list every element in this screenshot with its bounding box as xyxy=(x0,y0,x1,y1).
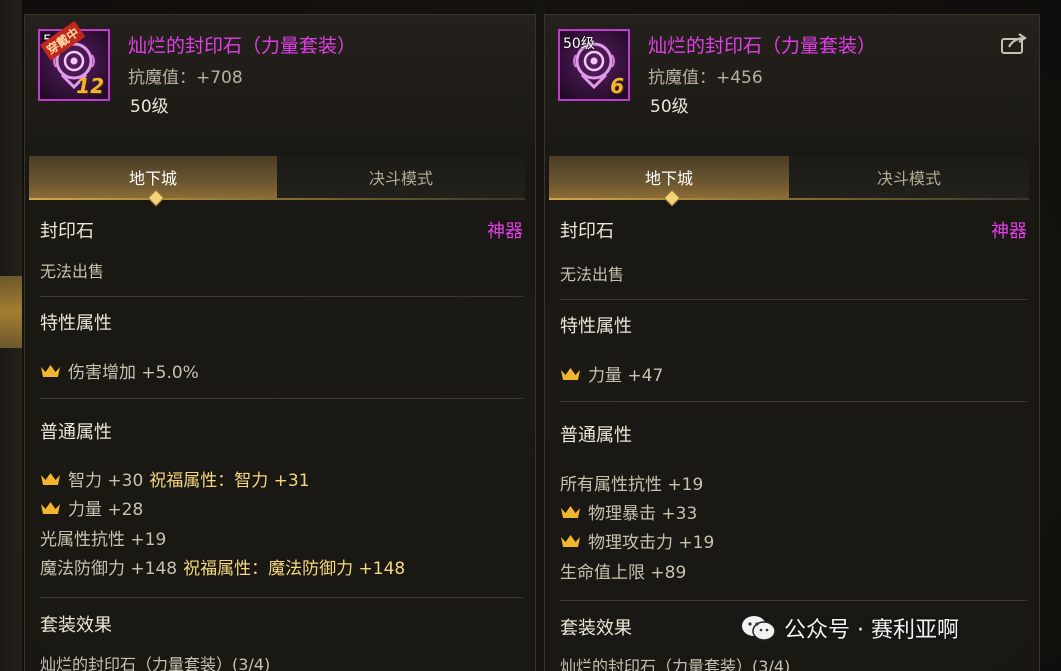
normal-attr-row: 所有属性抗性 +19 xyxy=(560,470,703,495)
trait-section-title: 特性属性 xyxy=(560,316,632,337)
trait-section-title: 特性属性 xyxy=(40,313,112,334)
seal-stone-icon[interactable]: 5 穿戴中 12 xyxy=(38,20,110,101)
normal-attr-row: 生命值上限 +89 xyxy=(560,558,686,583)
item-level: 50级 xyxy=(130,97,169,117)
item-type-row: 封印石 神器 xyxy=(40,217,523,242)
attr-text: 生命值上限 +89 xyxy=(560,563,687,583)
divider xyxy=(40,597,523,598)
trade-status: 无法出售 xyxy=(40,262,105,281)
background-gold-tab xyxy=(0,276,22,348)
attr-text: 物理攻击力 +19 xyxy=(588,533,715,553)
bless-attr-text: 祝福属性：魔法防御力 +148 xyxy=(183,559,406,579)
normal-section-title: 普通属性 xyxy=(40,422,112,443)
upgrade-level: 12 xyxy=(76,74,104,98)
item-name: 灿烂的封印石（力量套装） xyxy=(128,35,357,57)
item-type: 封印石 xyxy=(560,221,614,242)
item-name: 灿烂的封印石（力量套装） xyxy=(648,35,877,57)
attr-text: 魔法防御力 +148 xyxy=(40,559,178,579)
magic-resist-value: 抗魔值：+708 xyxy=(128,68,243,88)
background-edge xyxy=(0,0,22,671)
item-level: 50级 xyxy=(650,97,689,117)
normal-attr-row: 魔法防御力 +148 祝福属性：魔法防御力 +148 xyxy=(40,554,405,579)
tooltip-header: 5 穿戴中 12 灿烂的封印石（力量套装） 抗魔值：+708 50级 xyxy=(25,15,535,139)
tooltip-header: 50级 6 灿烂的封印石（力量套装） 抗魔值：+456 50级 xyxy=(545,15,1039,139)
seal-stone-icon[interactable]: 50级 6 xyxy=(558,29,630,101)
crown-icon xyxy=(561,534,580,547)
trait-attr-row: 力量 +47 xyxy=(560,361,663,386)
divider xyxy=(560,600,1027,601)
bless-attr-text: 祝福属性：智力 +31 xyxy=(149,471,310,491)
tab-pvp[interactable]: 决斗模式 xyxy=(789,156,1029,198)
trait-attr-text: 伤害增加 +5.0% xyxy=(68,363,199,383)
set-section-title: 套装效果 xyxy=(40,615,112,636)
crown-icon xyxy=(41,364,60,377)
wechat-watermark: 公众号 · 赛利亚啊 xyxy=(740,612,959,644)
divider xyxy=(560,401,1027,402)
mode-tabs: 地下城 决斗模式 xyxy=(29,156,525,207)
divider xyxy=(40,398,523,399)
item-badge-text: 50级 xyxy=(563,36,595,52)
magic-resist-value: 抗魔值：+456 xyxy=(648,68,763,88)
normal-section-title: 普通属性 xyxy=(560,425,632,446)
trait-attr-row: 伤害增加 +5.0% xyxy=(40,358,199,383)
wechat-icon xyxy=(742,616,776,641)
attr-text: 光属性抗性 +19 xyxy=(40,530,167,550)
compare-item-tooltip: 50级 6 灿烂的封印石（力量套装） 抗魔值：+456 50级 地下城 决斗模式… xyxy=(544,14,1040,671)
attr-text: 物理暴击 +33 xyxy=(588,504,698,524)
attr-text: 智力 +30 xyxy=(68,471,144,491)
attr-text: 所有属性抗性 +19 xyxy=(560,475,704,495)
mode-tabs: 地下城 决斗模式 xyxy=(549,156,1029,207)
tab-pvp[interactable]: 决斗模式 xyxy=(277,156,525,198)
watermark-text: 公众号 · 赛利亚啊 xyxy=(784,618,959,643)
tab-underline xyxy=(29,198,525,200)
set-name: 灿烂的封印石（力量套装）(3/4) xyxy=(560,657,791,671)
item-type-row: 封印石 神器 xyxy=(560,217,1027,242)
set-name: 灿烂的封印石（力量套装）(3/4) xyxy=(40,655,271,671)
item-rarity: 神器 xyxy=(487,221,523,242)
trade-status: 无法出售 xyxy=(560,265,625,284)
item-type: 封印石 xyxy=(40,221,94,242)
normal-attr-row: 智力 +30 祝福属性：智力 +31 xyxy=(40,466,310,491)
crown-icon xyxy=(41,501,60,514)
tab-underline xyxy=(549,198,1029,200)
crown-icon xyxy=(41,472,60,485)
normal-attr-row: 力量 +28 xyxy=(40,495,143,520)
normal-attr-row: 物理攻击力 +19 xyxy=(560,528,714,553)
attr-text: 力量 +28 xyxy=(68,500,144,520)
share-icon[interactable] xyxy=(1001,33,1027,55)
crown-icon xyxy=(561,505,580,518)
divider xyxy=(560,299,1027,300)
tooltip-compare-view: 5 穿戴中 12 灿烂的封印石（力量套装） 抗魔值：+708 50级 地下城 决… xyxy=(0,0,1061,671)
normal-attr-row: 光属性抗性 +19 xyxy=(40,525,166,550)
divider xyxy=(40,296,523,297)
equipped-item-tooltip: 5 穿戴中 12 灿烂的封印石（力量套装） 抗魔值：+708 50级 地下城 决… xyxy=(24,14,536,671)
item-rarity: 神器 xyxy=(991,221,1027,242)
normal-attr-row: 物理暴击 +33 xyxy=(560,499,697,524)
trait-attr-text: 力量 +47 xyxy=(588,366,664,386)
upgrade-level: 6 xyxy=(610,74,624,98)
crown-icon xyxy=(561,367,580,380)
